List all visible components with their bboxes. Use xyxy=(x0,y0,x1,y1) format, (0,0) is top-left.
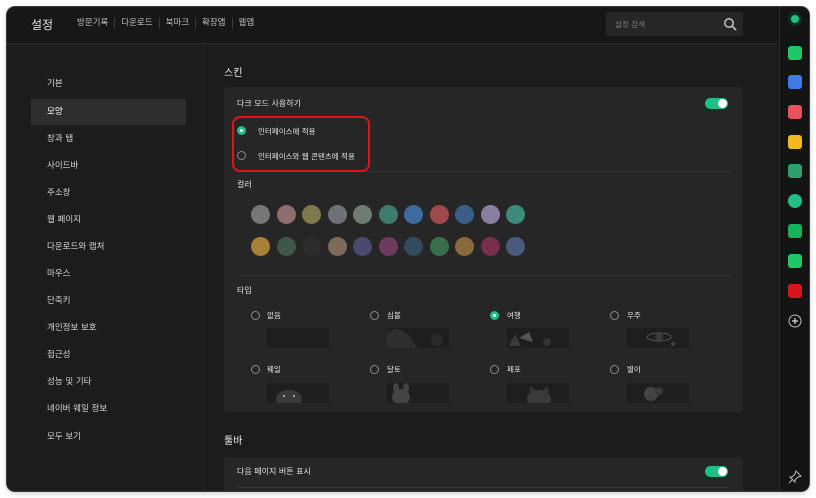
type-thumb-pepo[interactable] xyxy=(507,383,569,403)
color-label: 컬러 xyxy=(237,180,252,189)
top-bar: 설정 방문기록 다운로드 북마크 확장앱 웹앱 xyxy=(7,7,779,44)
pocket-icon[interactable] xyxy=(788,105,802,119)
sidebar-item-web-page[interactable]: 웹 페이지 xyxy=(31,207,186,233)
sidebar-item-shortcuts[interactable]: 단축키 xyxy=(31,288,186,314)
color-swatch[interactable] xyxy=(251,237,270,256)
type-radio-whale[interactable] xyxy=(251,365,260,374)
play-icon[interactable] xyxy=(788,194,802,208)
settings-window: 설정 방문기록 다운로드 북마크 확장앱 웹앱 기본 모양 창과 탭 사이드바 … xyxy=(7,7,809,491)
type-radio-space[interactable] xyxy=(610,311,619,320)
right-sidebar xyxy=(779,7,809,491)
color-swatch[interactable] xyxy=(455,205,474,224)
type-thumb-whale[interactable] xyxy=(267,383,329,403)
search-box xyxy=(606,12,743,36)
color-swatch[interactable] xyxy=(353,205,372,224)
color-swatch[interactable] xyxy=(276,237,296,256)
top-nav: 방문기록 다운로드 북마크 확장앱 웹앱 xyxy=(71,18,260,29)
settings-sidebar: 기본 모양 창과 탭 사이드바 주소창 웹 페이지 다운로드와 캡처 마우스 단… xyxy=(7,44,204,491)
sidebar-item-basic[interactable]: 기본 xyxy=(31,71,186,97)
divider xyxy=(237,275,730,276)
next-page-label: 다음 페이지 버튼 표시 xyxy=(237,467,311,476)
type-radio-none[interactable] xyxy=(251,311,260,320)
type-thumb-symbol[interactable] xyxy=(387,328,449,348)
color-swatch[interactable] xyxy=(506,237,525,256)
next-page-toggle[interactable] xyxy=(705,466,728,477)
color-swatch[interactable] xyxy=(378,237,398,256)
sidebar-divider xyxy=(203,44,204,491)
color-swatch[interactable] xyxy=(455,237,474,256)
type-radio-byeoli[interactable] xyxy=(610,365,619,374)
chat-icon[interactable] xyxy=(788,254,802,268)
papago-icon[interactable] xyxy=(788,164,802,178)
add-icon[interactable] xyxy=(788,314,802,328)
color-swatch[interactable] xyxy=(353,237,372,256)
color-swatch[interactable] xyxy=(302,205,321,224)
type-label-byeoli: 별이 xyxy=(627,365,641,374)
tab-extensions[interactable]: 확장앱 xyxy=(196,18,233,29)
type-label-none: 없음 xyxy=(267,311,281,320)
color-swatch[interactable] xyxy=(506,205,525,224)
sidebar-item-performance[interactable]: 성능 및 기타 xyxy=(31,369,186,395)
type-label: 타입 xyxy=(237,286,252,295)
color-swatch[interactable] xyxy=(378,205,398,224)
color-swatch[interactable] xyxy=(251,205,270,224)
color-swatch[interactable] xyxy=(429,237,449,256)
page-title: 설정 xyxy=(31,18,54,32)
type-thumb-byeoli[interactable] xyxy=(627,383,689,403)
tab-webapps[interactable]: 웹앱 xyxy=(233,18,261,29)
type-radio-dalto[interactable] xyxy=(370,365,379,374)
type-radio-travel[interactable] xyxy=(490,311,499,320)
color-swatch[interactable] xyxy=(404,205,423,224)
news-icon[interactable] xyxy=(788,284,802,298)
type-radio-symbol[interactable] xyxy=(370,311,379,320)
type-thumb-dalto[interactable] xyxy=(387,383,449,403)
sidebar-item-privacy[interactable]: 개인정보 보호 xyxy=(31,315,186,341)
skin-section-title: 스킨 xyxy=(224,68,243,79)
favorites-icon[interactable] xyxy=(788,135,802,149)
dark-mode-label: 다크 모드 사용하기 xyxy=(237,99,301,108)
type-label-symbol: 심볼 xyxy=(387,311,401,320)
sidebar-item-address-bar[interactable]: 주소창 xyxy=(31,180,186,206)
tab-bookmarks[interactable]: 북마크 xyxy=(160,18,197,29)
color-swatch[interactable] xyxy=(404,237,423,256)
tab-history[interactable]: 방문기록 xyxy=(71,18,116,29)
type-thumb-travel[interactable] xyxy=(507,328,569,348)
sidebar-item-appearance[interactable]: 모양 xyxy=(31,99,186,125)
search-input[interactable] xyxy=(606,12,718,36)
type-thumb-space[interactable] xyxy=(627,328,689,348)
toolbar-section-title: 툴바 xyxy=(224,436,243,447)
sidebar-item-windows-tabs[interactable]: 창과 탭 xyxy=(31,126,186,152)
color-swatch[interactable] xyxy=(327,237,347,256)
highlight-annotation xyxy=(232,116,370,172)
toolbar-card: 다음 페이지 버튼 표시 xyxy=(224,457,743,491)
sidebar-item-all[interactable]: 모두 보기 xyxy=(31,424,186,450)
sidebar-item-accessibility[interactable]: 접근성 xyxy=(31,342,186,368)
pin-icon[interactable] xyxy=(788,470,802,484)
color-swatch[interactable] xyxy=(480,205,500,224)
type-label-pepo: 페포 xyxy=(507,365,521,374)
webtoon-icon[interactable] xyxy=(788,224,802,238)
color-swatch[interactable] xyxy=(480,237,500,256)
type-thumb-none[interactable] xyxy=(267,328,329,348)
color-swatch[interactable] xyxy=(276,205,296,224)
divider xyxy=(237,487,730,488)
type-label-dalto: 달토 xyxy=(387,365,401,374)
dark-mode-toggle[interactable] xyxy=(705,98,728,109)
sidebar-item-sidebar[interactable]: 사이드바 xyxy=(31,153,186,179)
color-swatch[interactable] xyxy=(429,205,449,224)
sidebar-item-download-capture[interactable]: 다운로드와 캡처 xyxy=(31,234,186,260)
notification-icon[interactable] xyxy=(788,46,802,60)
color-swatch[interactable] xyxy=(302,237,321,256)
sidebar-item-mouse[interactable]: 마우스 xyxy=(31,261,186,287)
type-label-whale: 웨일 xyxy=(267,365,281,374)
calendar-icon[interactable] xyxy=(788,75,802,89)
tab-downloads[interactable]: 다운로드 xyxy=(115,18,160,29)
whale-logo-icon[interactable] xyxy=(788,12,802,26)
type-label-space: 우주 xyxy=(627,311,641,320)
type-radio-pepo[interactable] xyxy=(490,365,499,374)
type-label-travel: 여행 xyxy=(507,311,521,320)
search-icon[interactable] xyxy=(723,17,737,31)
sidebar-item-about[interactable]: 네이버 웨일 정보 xyxy=(31,396,186,422)
color-swatch[interactable] xyxy=(327,205,347,224)
